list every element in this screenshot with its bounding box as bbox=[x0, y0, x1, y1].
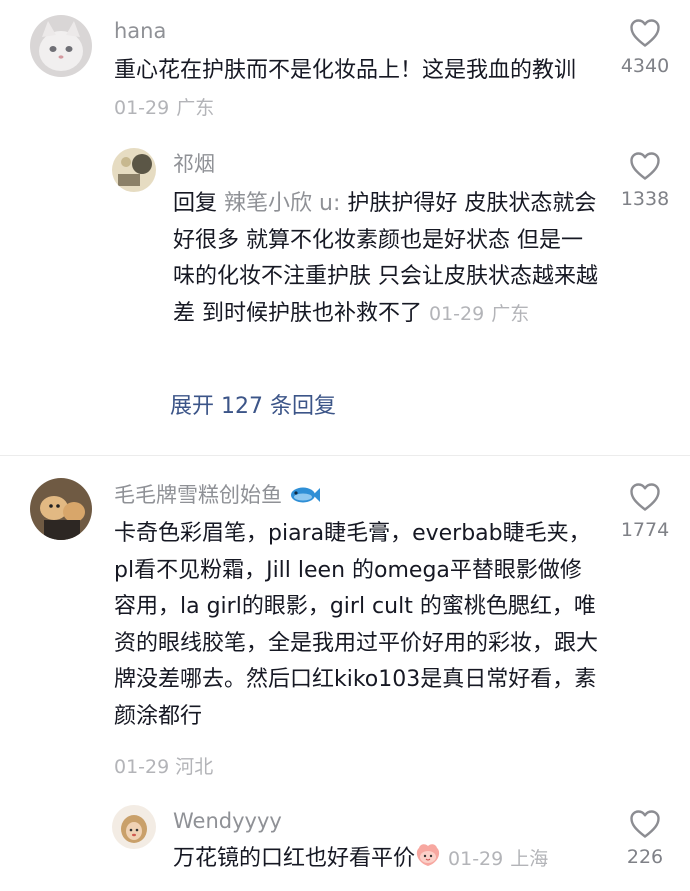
reply-body: 万花镜的口红也好看平价 bbox=[173, 846, 416, 871]
username-text: 毛毛牌雪糕创始鱼 bbox=[114, 483, 282, 507]
avatar[interactable] bbox=[30, 15, 92, 77]
comment-location: 河北 bbox=[175, 756, 214, 778]
divider bbox=[0, 455, 690, 456]
comment-date: 01-29 bbox=[114, 96, 170, 119]
comment-text: 卡奇色彩眉笔，piara睫毛膏，everbab睫毛夹，pl看不见粉霜，Jill … bbox=[114, 516, 599, 735]
comment-date: 01-29 bbox=[114, 756, 170, 778]
mention-link[interactable]: 辣笔小欣 u: bbox=[224, 191, 340, 216]
comment-body: 卡奇色彩眉笔，piara睫毛膏，everbab睫毛夹，pl看不见粉霜，Jill … bbox=[114, 521, 599, 729]
reply-prefix: 回复 bbox=[173, 191, 218, 216]
heart-outline-icon bbox=[630, 810, 660, 838]
fish-emoji-icon bbox=[289, 485, 321, 511]
username[interactable]: hana bbox=[114, 18, 166, 44]
username[interactable]: 祁烟 bbox=[173, 151, 215, 177]
like-button[interactable]: 4340 bbox=[610, 18, 680, 77]
reply-location: 上海 bbox=[510, 848, 549, 870]
avatar[interactable] bbox=[112, 805, 156, 849]
comment-text: 重心花在护肤而不是化妆品上！这是我血的教训 01-29 广东 bbox=[114, 53, 599, 126]
comment-meta: 01-29 河北 bbox=[114, 755, 213, 779]
like-button[interactable]: 1338 bbox=[610, 151, 680, 210]
username[interactable]: Wendyyyy bbox=[173, 808, 282, 834]
expand-replies-button[interactable]: 展开 127 条回复 bbox=[170, 393, 336, 421]
like-count: 1338 bbox=[620, 188, 670, 210]
heart-outline-icon bbox=[630, 152, 660, 180]
reply-date: 01-29 bbox=[448, 848, 504, 870]
heart-outline-icon bbox=[630, 19, 660, 47]
peach-face-emoji-icon bbox=[415, 842, 441, 881]
heart-outline-icon bbox=[630, 483, 660, 511]
like-button[interactable]: 1774 bbox=[610, 482, 680, 541]
reply-location: 广东 bbox=[491, 302, 530, 325]
avatar[interactable] bbox=[30, 478, 92, 540]
like-count: 4340 bbox=[620, 55, 670, 77]
avatar[interactable] bbox=[112, 148, 156, 192]
username[interactable]: 毛毛牌雪糕创始鱼 bbox=[114, 482, 321, 511]
reply-text: 万花镜的口红也好看平价 01-29 上海 bbox=[173, 841, 613, 881]
reply-text: 回复 辣笔小欣 u: 护肤护得好 皮肤状态就会好很多 就算不化妆素颜也是好状态 … bbox=[173, 186, 599, 332]
comment-location: 广东 bbox=[176, 96, 215, 119]
comment-body: 重心花在护肤而不是化妆品上！这是我血的教训 bbox=[114, 58, 577, 83]
like-count: 226 bbox=[626, 846, 664, 868]
like-count: 1774 bbox=[620, 519, 670, 541]
like-button[interactable]: 226 bbox=[610, 809, 680, 868]
reply-date: 01-29 bbox=[429, 302, 485, 325]
